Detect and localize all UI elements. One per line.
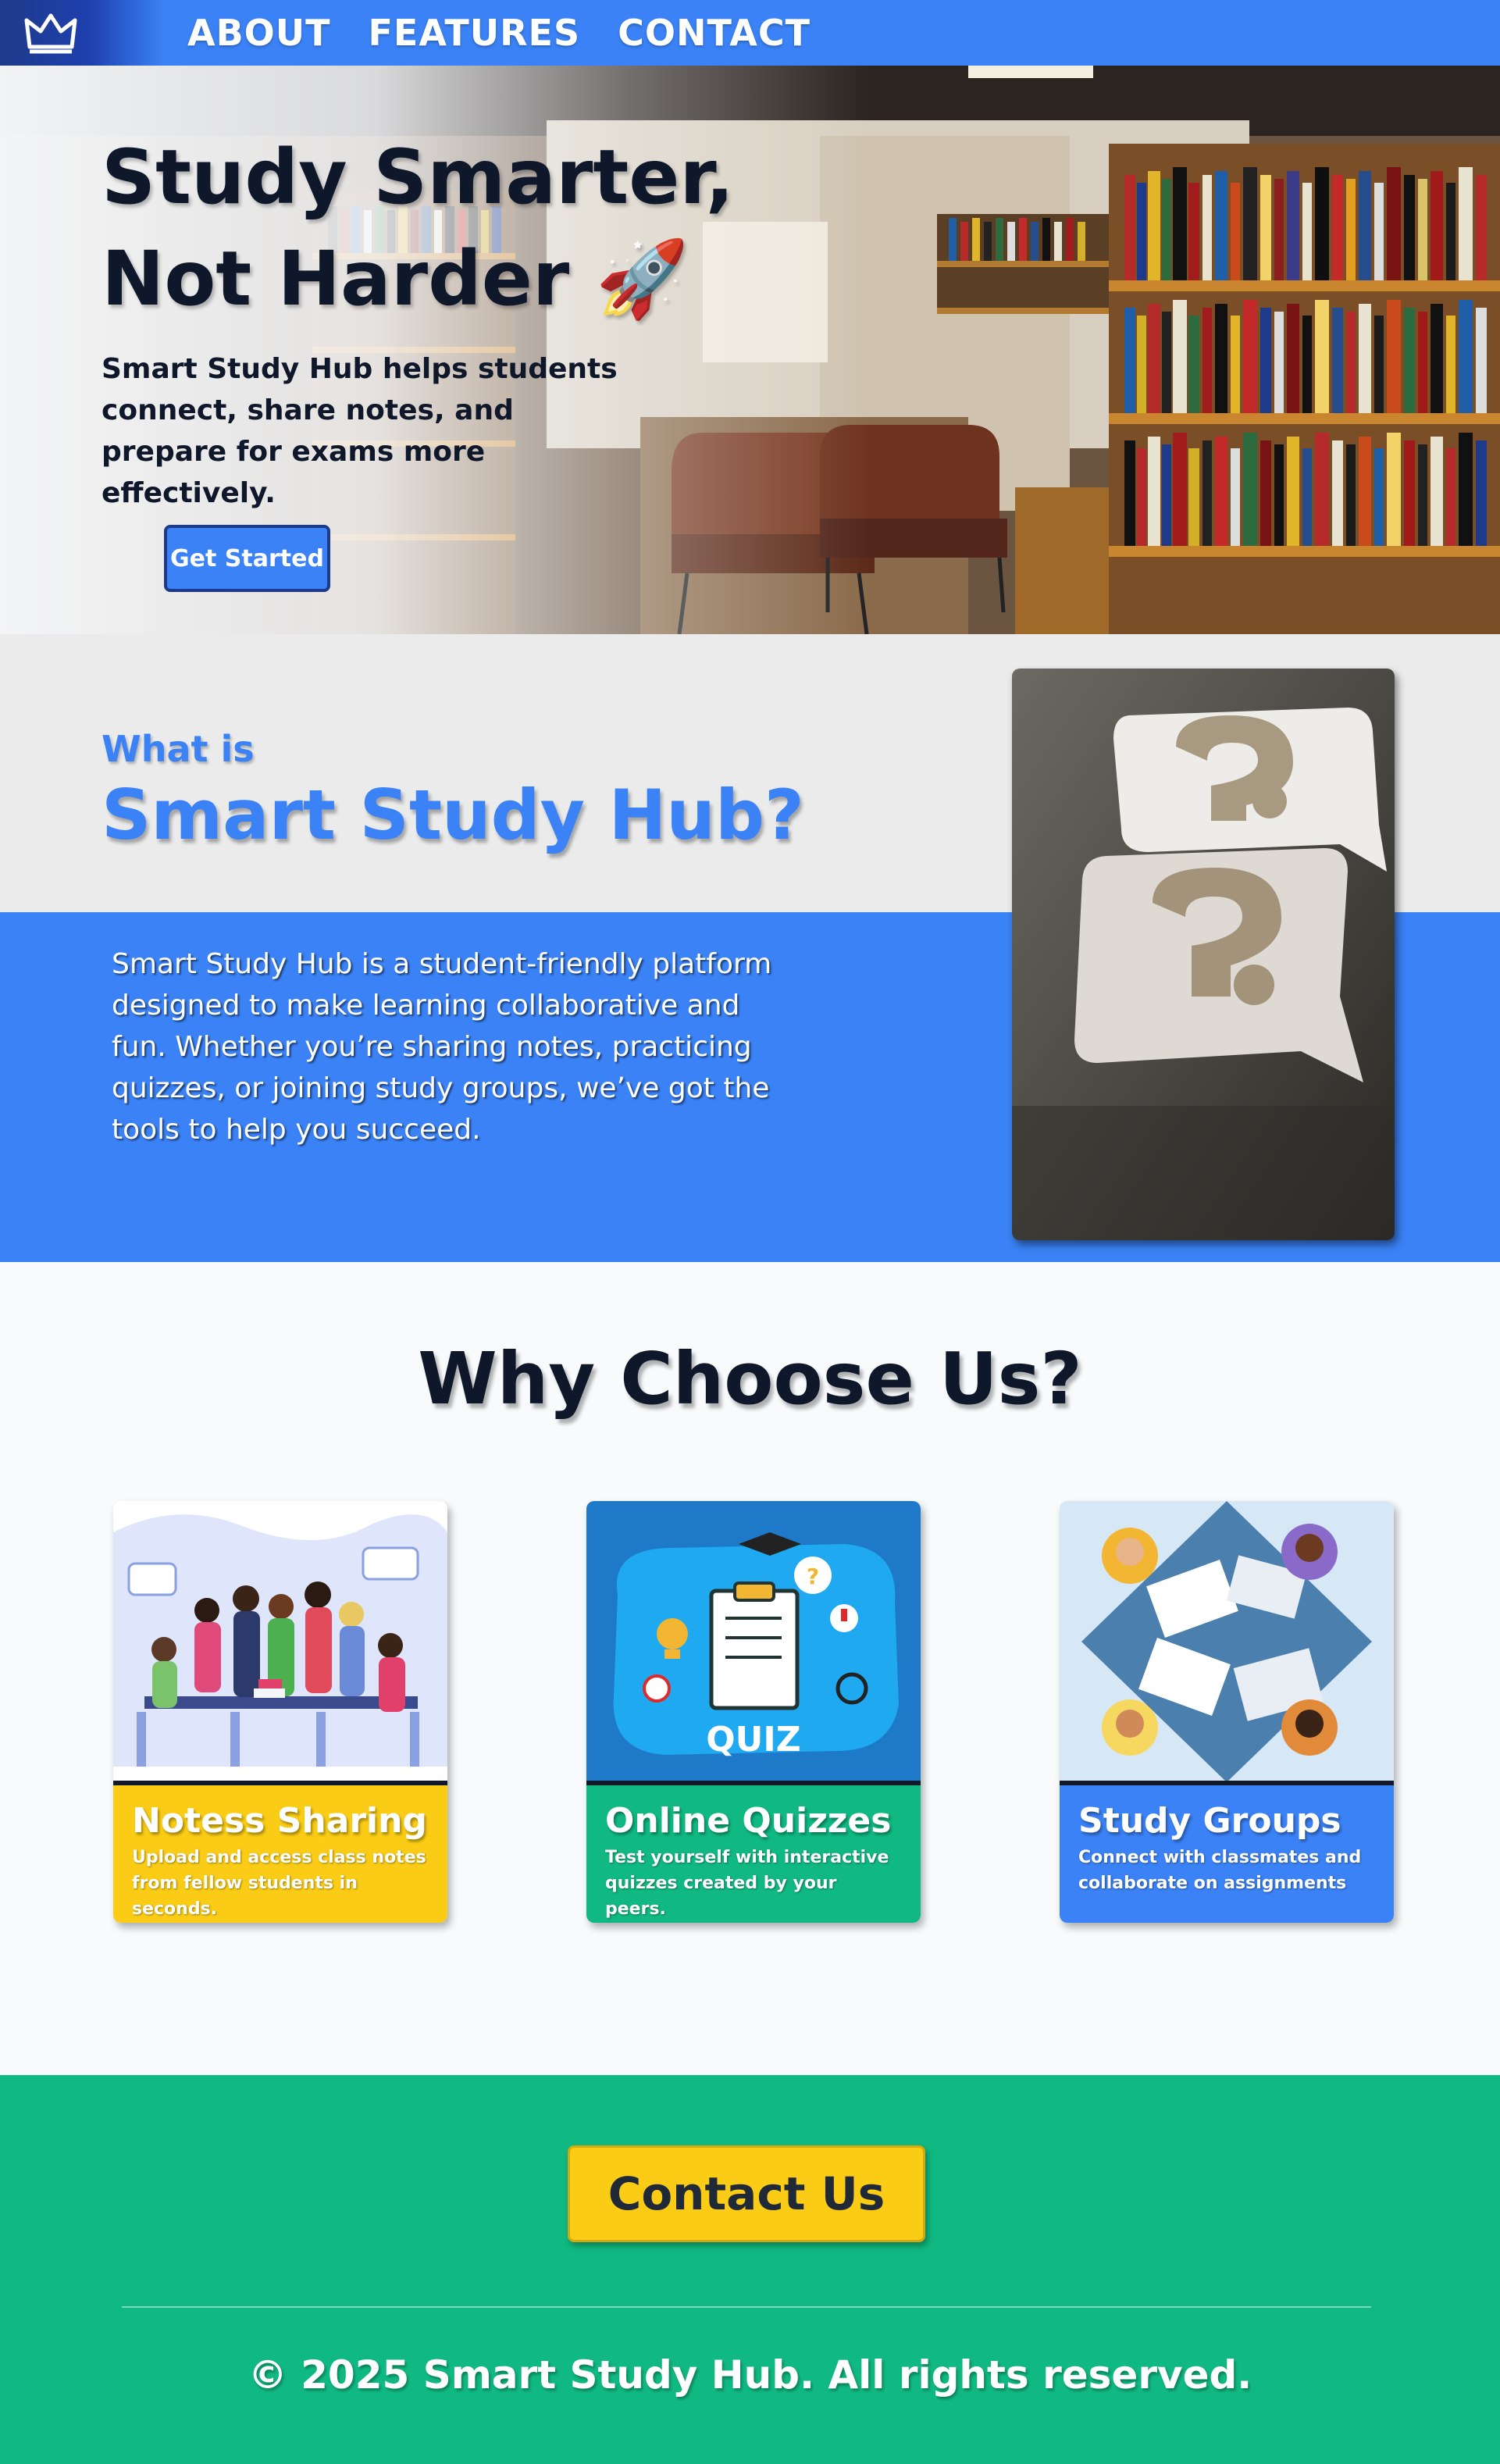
crown-icon: [24, 13, 77, 54]
card-body: Study Groups Connect with classmates and…: [1060, 1785, 1394, 1923]
nav-link-about[interactable]: ABOUT: [187, 12, 331, 54]
card-description: Upload and access class notes from fellow…: [132, 1848, 426, 1919]
copyright-text: © 2025 Smart Study Hub. All rights reser…: [248, 2352, 1252, 2398]
card-description: Connect with classmates and collaborate o…: [1078, 1848, 1362, 1893]
feature-card-quizzes[interactable]: ? QUIZ Online Quizzes Test yourself with…: [586, 1501, 921, 1923]
question-marks-image: [1012, 669, 1395, 1240]
why-title: Why Choose Us?: [418, 1337, 1082, 1421]
feature-card-groups[interactable]: Study Groups Connect with classmates and…: [1060, 1501, 1394, 1923]
quiz-clipboard-illustration: ? QUIZ: [586, 1501, 921, 1782]
people-around-table-illustration: [1060, 1501, 1394, 1782]
about-text: Smart Study Hub is a student-friendly pl…: [112, 948, 772, 1146]
hero-title-line2: Not Harder: [102, 235, 570, 323]
nav-links: ABOUT FEATURES CONTACT: [187, 0, 848, 66]
card-title: Online Quizzes: [605, 1801, 892, 1841]
contact-us-button[interactable]: Contact Us: [568, 2145, 925, 2242]
hero-section: Study Smarter, Not Harder 🚀 Smart Study …: [0, 66, 1500, 634]
logo[interactable]: [0, 0, 164, 66]
rocket-icon: 🚀: [595, 235, 689, 323]
card-body: Notess Sharing Upload and access class n…: [113, 1785, 447, 1923]
footer: [0, 2075, 1500, 2464]
top-navbar: ABOUT FEATURES CONTACT: [0, 0, 1500, 66]
card-description: Test yourself with interactive quizzes cr…: [605, 1848, 889, 1919]
hero-description: Smart Study Hub helps students connect, …: [102, 353, 618, 509]
card-title: Study Groups: [1078, 1801, 1341, 1841]
quiz-label: QUIZ: [706, 1720, 800, 1760]
svg-text:?: ?: [807, 1564, 819, 1589]
about-title: Smart Study Hub?: [102, 775, 804, 855]
feature-card-notes[interactable]: Notess Sharing Upload and access class n…: [113, 1501, 447, 1923]
footer-divider: [122, 2306, 1371, 2308]
card-title: Notess Sharing: [132, 1801, 427, 1841]
hero-title-line1: Study Smarter,: [102, 134, 735, 221]
nav-link-contact[interactable]: CONTACT: [618, 12, 811, 54]
card-body: Online Quizzes Test yourself with intera…: [586, 1785, 921, 1923]
group-of-students-illustration: [113, 1501, 447, 1782]
hero-title: Study Smarter, Not Harder 🚀: [102, 127, 804, 330]
nav-link-features[interactable]: FEATURES: [369, 12, 581, 54]
about-kicker: What is: [102, 728, 255, 770]
get-started-button[interactable]: Get Started: [164, 525, 330, 592]
